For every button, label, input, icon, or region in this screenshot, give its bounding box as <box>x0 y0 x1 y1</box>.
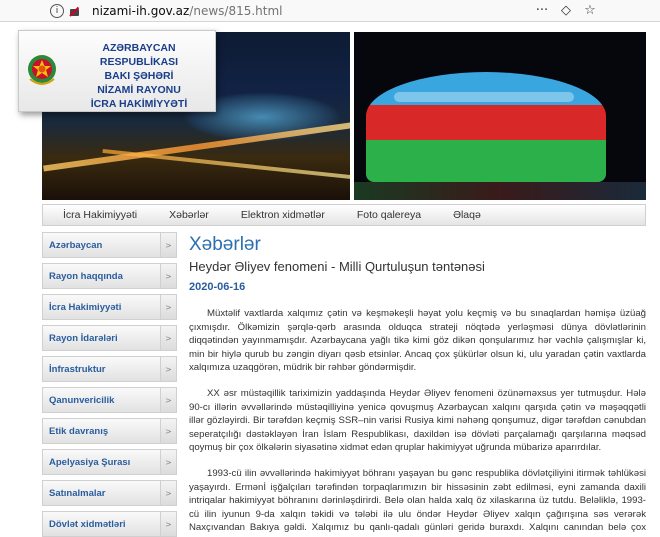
sidebar-item-about-district[interactable]: Rayon haqqında > <box>42 263 177 289</box>
sidebar-item-label: İcra Hakimiyyəti <box>49 301 122 313</box>
bookmark-star-icon[interactable]: ☆ <box>582 3 598 18</box>
sidebar-menu: Azərbaycan > Rayon haqqında > İcra Hakimiy… <box>42 232 177 537</box>
chevron-right-icon: > <box>160 233 176 257</box>
sidebar-item-label: Azərbaycan <box>49 239 103 251</box>
pocket-icon[interactable]: ◇ <box>558 3 574 18</box>
more-icon[interactable]: ··· <box>534 3 550 18</box>
article-date: 2020-06-16 <box>189 281 246 293</box>
sidebar-item-label: Rayon İdarələri <box>49 332 118 344</box>
article-content: Xəbərlər Heydər Əliyev fenomeni - Milli … <box>189 234 649 537</box>
browser-address-bar[interactable]: i nizami-ih.gov.az/news/815.html ··· ◇ ☆ <box>0 0 660 22</box>
nav-item-contact[interactable]: Əlaqə <box>453 209 481 221</box>
nav-item-executive[interactable]: İcra Hakimiyyəti <box>63 209 137 221</box>
site-title-card[interactable]: AZƏRBAYCAN RESPUBLİKASI BAKI ŞƏHƏRİ NİZA… <box>18 30 216 112</box>
title-line-3: NİZAMİ RAYONU <box>97 84 181 96</box>
chevron-right-icon: > <box>160 419 176 443</box>
article-headline: Heydər Əliyev fenomeni - Milli Qurtuluşu… <box>189 259 485 274</box>
nav-item-photo-gallery[interactable]: Foto qalereya <box>357 209 421 221</box>
chevron-right-icon: > <box>160 295 176 319</box>
insecure-lock-icon[interactable] <box>68 4 82 18</box>
title-line-2: BAKI ŞƏHƏRİ <box>104 70 174 82</box>
address-bar-actions: ··· ◇ ☆ <box>534 3 598 18</box>
section-title: Xəbərlər <box>189 234 261 255</box>
sidebar-item-procurement[interactable]: Satınalmalar > <box>42 480 177 506</box>
state-emblem-icon <box>28 55 56 85</box>
sidebar-item-label: İnfrastruktur <box>49 363 106 375</box>
title-line-4: İCRA HAKİMİYYƏTİ <box>90 98 188 110</box>
chevron-right-icon: > <box>160 481 176 505</box>
title-line-1: AZƏRBAYCAN RESPUBLİKASI <box>99 42 179 68</box>
sidebar-item-public-services[interactable]: Dövlət xidmətləri > <box>42 511 177 537</box>
sidebar-item-azerbaijan[interactable]: Azərbaycan > <box>42 232 177 258</box>
url-text[interactable]: nizami-ih.gov.az/news/815.html <box>92 4 283 18</box>
top-navigation: İcra Hakimiyyəti Xəbərlər Elektron xidmə… <box>42 204 646 226</box>
chevron-right-icon: > <box>160 264 176 288</box>
sidebar-item-executive[interactable]: İcra Hakimiyyəti > <box>42 294 177 320</box>
url-host: nizami-ih.gov.az <box>92 3 190 18</box>
article-paragraph: XX əsr müstəqillik tariximizin yaddaşınd… <box>189 387 646 454</box>
sidebar-item-label: Rayon haqqında <box>49 270 123 282</box>
site-title: AZƏRBAYCAN RESPUBLİKASI BAKI ŞƏHƏRİ NİZA… <box>65 41 213 111</box>
sidebar-item-label: Apelyasiya Şurası <box>49 456 131 468</box>
sidebar-item-appeals-council[interactable]: Apelyasiya Şurası > <box>42 449 177 475</box>
site-info-icon[interactable]: i <box>50 3 64 18</box>
sidebar-item-label: Etik davranış <box>49 425 109 437</box>
nav-item-e-services[interactable]: Elektron xidmətlər <box>241 209 325 221</box>
chevron-right-icon: > <box>160 450 176 474</box>
chevron-right-icon: > <box>160 326 176 350</box>
sidebar-item-label: Dövlət xidmətləri <box>49 518 126 530</box>
chevron-right-icon: > <box>160 357 176 381</box>
chevron-right-icon: > <box>160 512 176 536</box>
url-path: /news/815.html <box>189 3 283 18</box>
article-paragraph: Müxtəlif vaxtlarda xalqımız çətin və keş… <box>189 308 646 374</box>
sidebar-item-ethics[interactable]: Etik davranış > <box>42 418 177 444</box>
sidebar-item-label: Satınalmalar <box>49 487 106 499</box>
sidebar-item-district-offices[interactable]: Rayon İdarələri > <box>42 325 177 351</box>
arena-night-photo <box>354 32 646 200</box>
nav-item-news[interactable]: Xəbərlər <box>169 209 209 221</box>
sidebar-item-legislation[interactable]: Qanunvericilik > <box>42 387 177 413</box>
sidebar-item-label: Qanunvericilik <box>49 394 115 406</box>
sidebar-item-infrastructure[interactable]: İnfrastruktur > <box>42 356 177 382</box>
chevron-right-icon: > <box>160 388 176 412</box>
article-paragraph: 1993-cü ilin əvvəllərində hakimiyyət böh… <box>189 467 646 537</box>
